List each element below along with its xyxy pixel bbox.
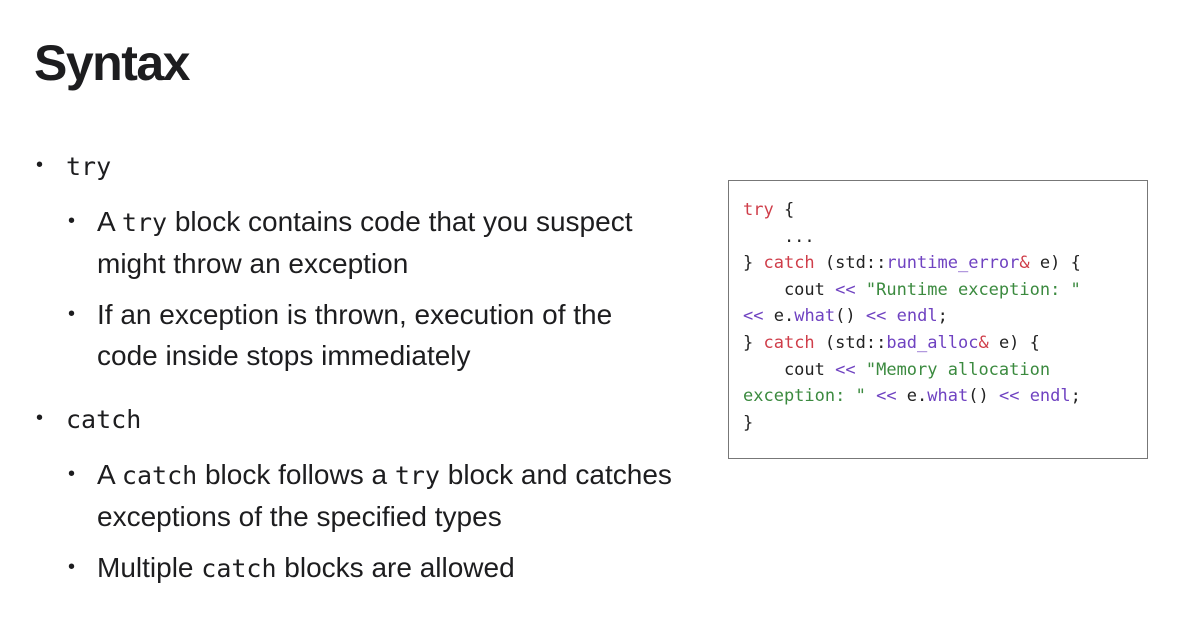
bullet-level2: • Multiple catch blocks are allowed <box>0 547 677 589</box>
code-token: "Memory allocation <box>865 359 1051 380</box>
code-line: } catch (std::runtime_error& e) { <box>743 250 1147 277</box>
code-token: (std:: <box>814 253 887 274</box>
code-token: } <box>743 412 754 433</box>
code-token: try <box>743 200 774 220</box>
bullet-dot: • <box>68 463 76 485</box>
slide-title: Syntax <box>34 35 190 91</box>
code-line: ... <box>743 224 1147 251</box>
code-token: endl <box>896 306 938 327</box>
code-token: } <box>743 253 764 274</box>
code-token: << <box>835 279 856 300</box>
code-token: what <box>927 386 969 407</box>
code-token: e. <box>896 386 928 407</box>
code-token: << <box>865 306 887 327</box>
inline-code: try <box>121 208 168 237</box>
code-block: try { ...} catch (std::runtime_error& e)… <box>728 180 1148 459</box>
code-token: () <box>968 386 999 407</box>
bullet-dot: • <box>36 154 44 176</box>
code-token: () <box>835 306 866 327</box>
bullet-dot: • <box>68 303 76 325</box>
code-token: runtime_error <box>886 253 1020 274</box>
code-token: << <box>743 306 764 327</box>
code-token: & <box>978 332 989 353</box>
bullet-text: block contains code that you suspect mig… <box>97 206 633 279</box>
code-line: try { <box>743 197 1147 224</box>
code-token: "Runtime exception: " <box>865 279 1081 300</box>
bullet-level2: • If an exception is thrown, execution of… <box>0 294 677 376</box>
code-line: } <box>743 410 1147 437</box>
code-token: << <box>876 386 897 407</box>
bullet-dot: • <box>68 210 76 232</box>
code-token: catch <box>763 253 815 274</box>
code-token: ; <box>937 306 948 327</box>
code-token: cout <box>743 359 836 380</box>
bullet-level2: • A try block contains code that you susp… <box>0 201 677 284</box>
code-line: cout << "Memory allocation <box>743 357 1147 384</box>
code-token: exception: " <box>743 386 866 407</box>
bullet-text: A <box>97 459 122 490</box>
code-token: ; <box>1070 386 1081 407</box>
code-line: << e.what() << endl; <box>743 303 1147 330</box>
bullet-dot: • <box>36 407 44 429</box>
inline-code: catch <box>201 554 277 583</box>
code-token: cout <box>743 279 836 300</box>
bullet-term: try <box>66 152 112 181</box>
code-token: bad_alloc <box>886 332 979 353</box>
code-token: << <box>998 386 1020 407</box>
inline-code: try <box>394 461 440 490</box>
bullet-level2: • A catch block follows a try block and c… <box>0 454 677 537</box>
bullet-text: If an exception is thrown, execution of … <box>97 299 613 371</box>
code-token: ... <box>743 226 815 247</box>
bullet-level1: • catch <box>0 398 700 440</box>
code-token: e. <box>763 306 795 327</box>
bullet-term: catch <box>66 405 142 434</box>
code-token: endl <box>1029 386 1071 407</box>
code-token: catch <box>763 332 815 353</box>
code-line: exception: " << e.what() << endl; <box>743 383 1147 410</box>
code-token: & <box>1019 253 1030 274</box>
code-token: } <box>743 332 764 353</box>
code-line: cout << "Runtime exception: " <box>743 277 1147 304</box>
code-token: << <box>835 359 856 380</box>
bullet-text: A <box>97 206 122 237</box>
bullet-dot: • <box>68 556 76 578</box>
code-token: (std:: <box>814 332 887 353</box>
bullet-text: Multiple <box>97 552 202 583</box>
bullet-level1: • try <box>0 145 700 187</box>
bullet-text: blocks are allowed <box>276 552 515 583</box>
bullet-text: block follows a <box>197 459 395 490</box>
code-text: try { ...} catch (std::runtime_error& e)… <box>743 197 1147 436</box>
inline-code: catch <box>121 461 198 490</box>
code-token: what <box>794 306 836 327</box>
code-token: e) { <box>988 332 1040 353</box>
bullet-list: • try • A try block contains code that you … <box>0 145 700 599</box>
code-token: { <box>773 200 795 220</box>
code-line: } catch (std::bad_alloc& e) { <box>743 330 1147 357</box>
code-token: e) { <box>1029 253 1081 274</box>
